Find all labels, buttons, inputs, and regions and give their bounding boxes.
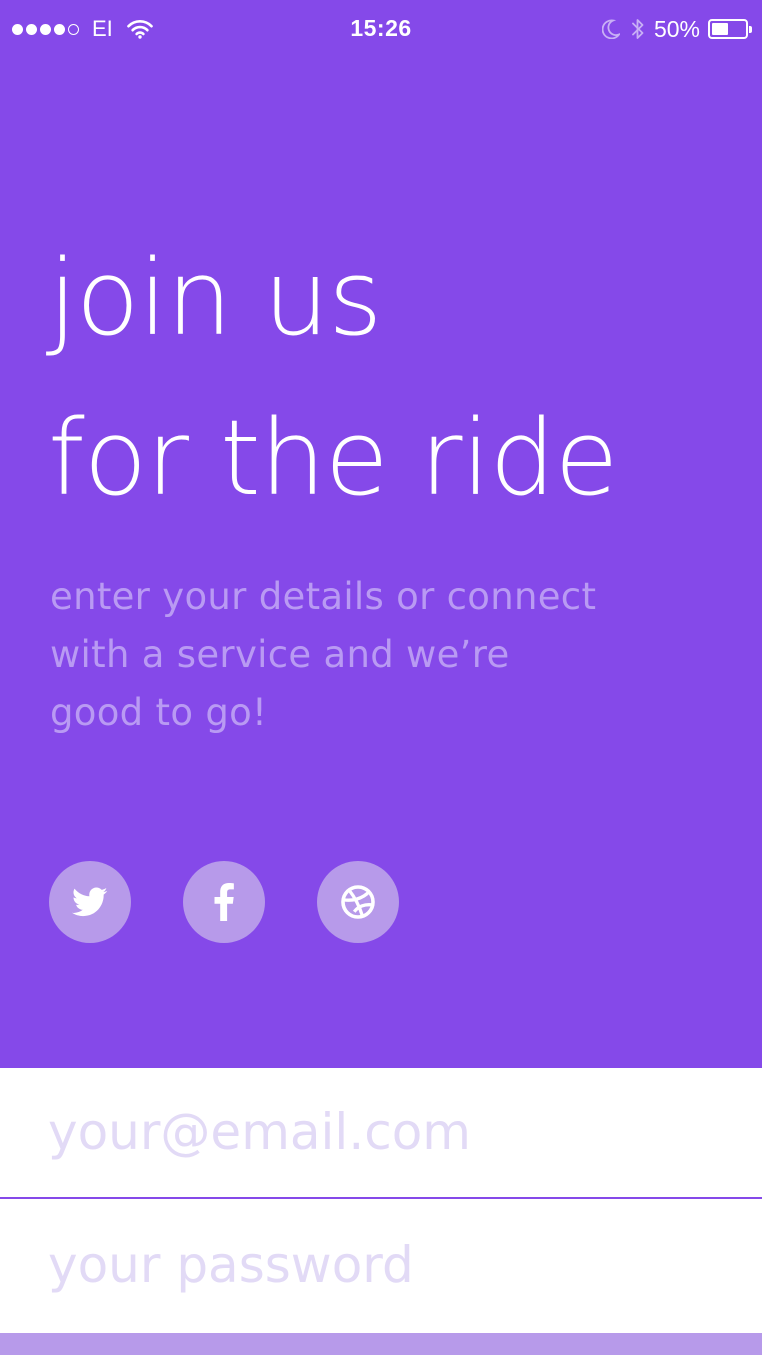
subtitle-line-3: good to go! [50, 691, 268, 734]
facebook-icon [214, 883, 234, 921]
moon-icon [601, 19, 620, 39]
email-field[interactable] [48, 1097, 728, 1167]
headline: join us for the ride [48, 218, 748, 538]
twitter-connect-button[interactable] [49, 861, 131, 943]
dribbble-icon [341, 885, 375, 919]
headline-line-2: for the ride [48, 397, 618, 519]
headline-line-1: join us [48, 237, 383, 359]
subtitle-line-1: enter your details or connect [50, 575, 597, 618]
dribbble-connect-button[interactable] [317, 861, 399, 943]
email-field-row [0, 1069, 762, 1199]
status-right: 50% [601, 15, 752, 43]
password-field[interactable] [48, 1230, 728, 1300]
battery-nub [749, 26, 752, 33]
subtitle-line-2: with a service and we’re [50, 633, 510, 676]
hero-panel: EI 15:26 50% join us for the ride enter … [0, 0, 762, 1068]
battery-level [712, 23, 728, 35]
subtitle: enter your details or connect with a ser… [50, 568, 690, 742]
signup-screen: EI 15:26 50% join us for the ride enter … [0, 0, 762, 1355]
submit-bar[interactable] [0, 1333, 762, 1355]
bluetooth-icon [631, 17, 645, 41]
battery-icon [708, 19, 752, 39]
battery-percent: 50% [653, 15, 700, 42]
facebook-connect-button[interactable] [183, 861, 265, 943]
twitter-icon [72, 887, 108, 917]
password-field-row [0, 1202, 762, 1332]
status-bar: EI 15:26 50% [0, 0, 762, 58]
